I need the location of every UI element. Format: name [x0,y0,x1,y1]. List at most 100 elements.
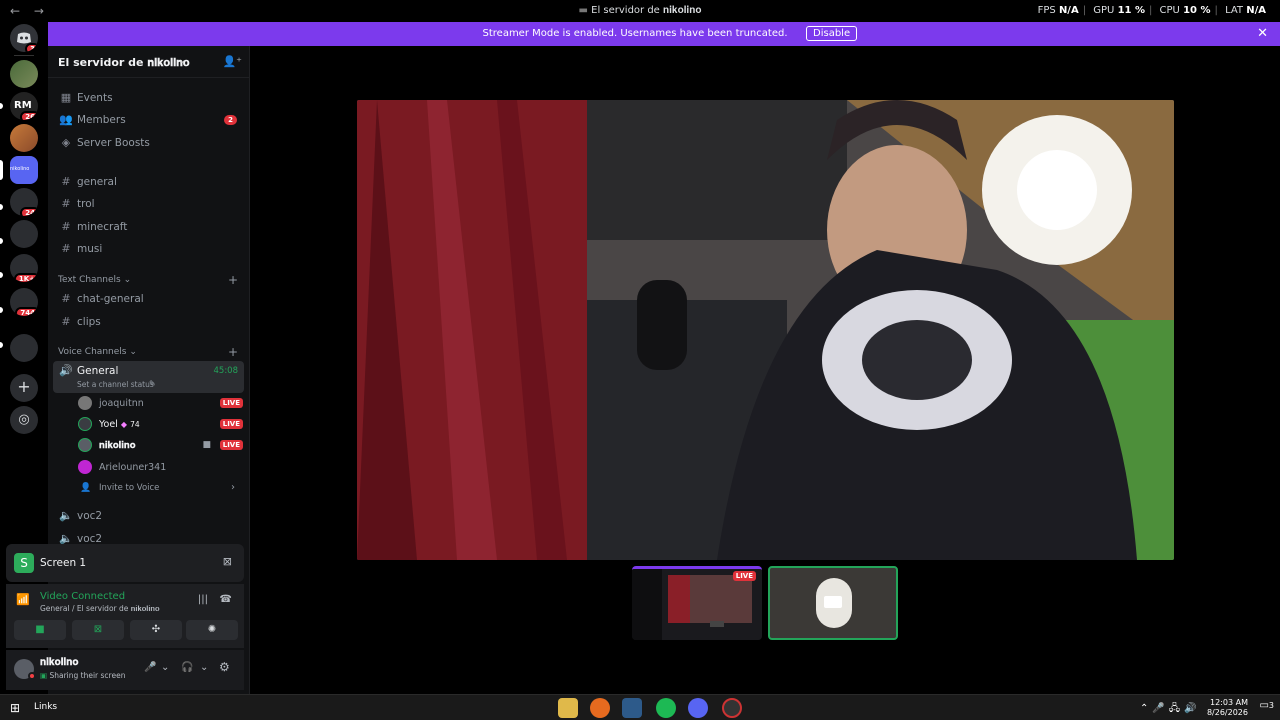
server-badge: 26 [20,111,38,120]
voice-user[interactable]: Arielouner341 [75,458,243,478]
app-icon[interactable] [722,698,742,718]
gpu-label: GPU [1093,5,1115,16]
channel-label: general [77,176,117,188]
clock[interactable]: 12:03 AM 8/26/2026 [1198,698,1248,718]
invite-to-voice[interactable]: 👤 Invite to Voice › [75,479,243,499]
close-icon[interactable]: ✕ [1257,26,1268,41]
pencil-icon[interactable]: ✎ [149,379,156,388]
windows-start-icon[interactable]: ⊞ [10,701,20,715]
disconnect-icon[interactable]: ☎ [220,594,232,605]
server-folder[interactable] [10,334,38,362]
live-badge: LIVE [732,571,756,581]
stream-tile-camera-off[interactable] [768,566,898,640]
headphones-icon[interactable]: 🎧 [181,662,193,673]
server-folder[interactable]: 1K+ [10,254,38,282]
home-button[interactable]: 3 [10,24,38,52]
server-header[interactable]: El servidor de 𝐧𝐢𝐤𝐨𝐥𝐢𝐧𝐨 ⌄ 👤⁺ [48,46,250,78]
voice-channel-voc2[interactable]: 🔈 voc2 [53,506,243,526]
channel-label: chat-general [77,293,144,305]
stop-screenshare-icon[interactable]: ⊠ [223,555,232,568]
voice-channel-general[interactable]: 🔊 General 45:08 Set a channel status ✎ [53,361,244,393]
avatar [78,438,92,452]
stream-tile-screenshare[interactable]: LIVE [632,566,762,640]
speaker-icon: 🔊 [59,364,73,377]
menu-members[interactable]: 👥 Members 2 [53,110,243,130]
chevron-down-icon: ⌄ [123,275,132,285]
channel-musi[interactable]: # musi [53,239,243,259]
screenshare-button[interactable]: ⊠ [72,620,124,640]
discord-taskbar-icon[interactable] [688,698,708,718]
server-folder[interactable]: 24 [10,188,38,216]
soundboard-icon: ✺ [207,624,217,635]
channel-label: musi [77,243,103,255]
category-voice-channels[interactable]: Voice Channels ⌄ + [58,345,238,359]
spotify-icon[interactable] [656,698,676,718]
server-folder[interactable]: 744 [10,288,38,316]
create-channel-plus-icon[interactable]: + [228,273,238,287]
performance-overlay: FPS N/A | GPU 11 % | CPU 10 % | LAT N/A [1037,5,1266,16]
window-title-text: El servidor de 𝐧𝐢𝐤𝐨𝐥𝐢𝐧𝐨 [591,5,702,16]
cpu-value: 10 % [1183,5,1211,16]
menu-label: Events [77,92,113,104]
server-icon[interactable] [10,124,38,152]
voice-user-self[interactable]: 𝐧𝐢𝐤𝐨𝐥𝐢𝐧𝐨 ■ LIVE [75,436,243,456]
voice-user-name: Arielouner341 [99,462,167,473]
soundboard-button[interactable]: ✺ [186,620,238,640]
server-name: El servidor de 𝐧𝐢𝐤𝐨𝐥𝐢𝐧𝐨 [58,56,190,69]
app-icon[interactable] [622,698,642,718]
links-toolbar[interactable]: Links [34,702,57,712]
banner-message: Streamer Mode is enabled. Usernames have… [482,28,788,39]
menu-label: Server Boosts [77,137,150,149]
chevron-down-icon: ⌄ [178,55,187,66]
menu-events[interactable]: ▦ Events [53,88,243,108]
channel-trol[interactable]: # trol [53,194,243,214]
live-badge: LIVE [219,398,243,408]
category-text-channels[interactable]: Text Channels ⌄ + [58,273,238,287]
firefox-icon[interactable] [590,698,610,718]
channel-status[interactable]: Set a channel status [77,380,154,389]
signal-icon[interactable]: 📶 [16,593,30,606]
connection-status[interactable]: Video Connected [40,591,125,602]
invite-people-icon[interactable]: 👤⁺ [222,55,242,68]
channel-clips[interactable]: # clips [53,312,243,332]
rail-divider [14,55,34,56]
file-explorer-icon[interactable] [558,698,578,718]
discover-button[interactable]: ◎ [10,406,38,434]
server-icon[interactable] [10,60,38,88]
channel-general[interactable]: # general [53,172,243,192]
window-titlebar: ← → ▬ El servidor de 𝐧𝐢𝐤𝐨𝐥𝐢𝐧𝐨 FPS N/A | G… [0,0,1280,22]
boost-icon: ◈ [61,136,71,149]
activities-button[interactable]: ✣ [130,620,182,640]
members-count-badge: 2 [224,115,237,125]
channel-chat-general[interactable]: # chat-general [53,289,243,309]
chevron-down-icon: ⌄ [129,347,137,357]
chevron-down-icon[interactable]: ⌄ [161,662,169,673]
voice-user[interactable]: joaquitnn LIVE [75,394,243,414]
system-tray[interactable]: ⌃🎤🖧🔊 [1140,701,1200,718]
camera-button[interactable]: ■ [14,620,66,640]
server-folder[interactable] [10,220,38,248]
screen-thumbnail-icon: S [14,553,34,573]
server-icon[interactable]: RM 26 [10,92,38,120]
voice-user[interactable]: Yoel ◆ 74 LIVE [75,415,243,435]
speaker-icon: 🔈 [59,509,73,522]
disable-streamer-mode-button[interactable]: Disable [806,26,858,41]
unread-pill [0,342,3,348]
unread-pill [0,272,3,278]
microphone-icon[interactable]: 🎤 [144,662,156,673]
server-icon-active[interactable]: nikolino [10,156,38,184]
main-stream-video[interactable] [357,100,1174,560]
calendar-icon: ▦ [60,91,72,104]
settings-gear-icon[interactable]: ⚙ [219,660,230,674]
menu-server-boosts[interactable]: ◈ Server Boosts [53,133,243,153]
noise-suppression-icon[interactable]: ||| [198,594,208,605]
plus-icon: + [17,377,31,396]
add-server-button[interactable]: + [10,374,38,402]
chevron-down-icon[interactable]: ⌄ [200,662,208,673]
status-indicator [28,672,36,680]
notification-icon[interactable]: ▭3 [1259,700,1274,711]
streamer-mode-banner: Streamer Mode is enabled. Usernames have… [48,22,1280,46]
channel-minecraft[interactable]: # minecraft [53,217,243,237]
account-panel: 𝐧𝐢𝐤𝐨𝐥𝐢𝐧𝐨 ▣ Sharing their screen 🎤 ⌄ 🎧 ⌄ … [6,650,244,690]
create-channel-plus-icon[interactable]: + [228,345,238,359]
